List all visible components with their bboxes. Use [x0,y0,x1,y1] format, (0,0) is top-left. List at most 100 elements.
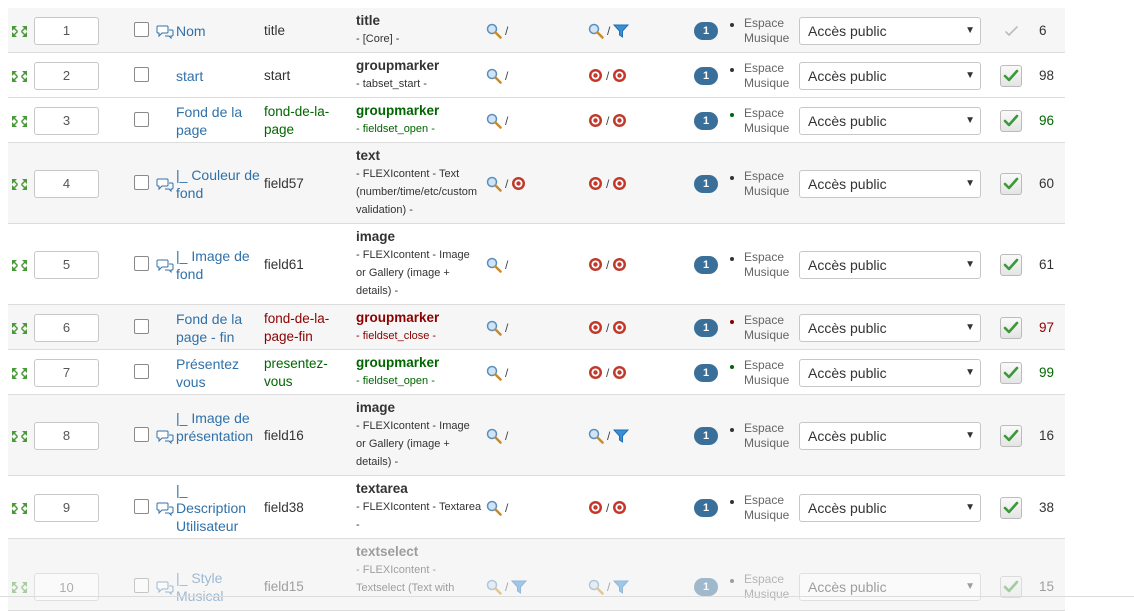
row-checkbox[interactable] [134,318,149,334]
filter-icon[interactable] [613,428,630,444]
search-icon[interactable] [486,365,502,381]
stop-icon[interactable] [588,68,603,83]
search-icon[interactable] [588,23,604,39]
published-toggle-icon[interactable] [1000,576,1022,598]
drag-handle-icon[interactable] [11,25,28,38]
field-label-link[interactable]: |_ Style Musical [176,569,260,605]
field-label-link[interactable]: |_ Couleur de fond [176,166,260,202]
stop-icon[interactable] [588,320,603,335]
field-label-link[interactable]: start [176,67,260,85]
ordering-input[interactable] [34,16,99,45]
row-checkbox[interactable] [134,21,149,37]
row-checkbox[interactable] [134,255,149,271]
row-checkbox[interactable] [134,174,149,190]
access-level-select[interactable]: Accès public ▼ [799,421,981,450]
row-checkbox[interactable] [134,578,149,593]
drag-handle-icon[interactable] [11,430,28,443]
row-checkbox[interactable] [134,363,149,379]
published-toggle-icon[interactable] [1000,316,1022,339]
stop-icon[interactable] [612,320,627,335]
row-checkbox[interactable] [134,66,149,82]
ordering-input[interactable] [34,493,99,522]
access-level-select[interactable]: Accès public ▼ [799,106,981,135]
field-label-link[interactable]: Nom [176,22,260,40]
published-toggle-icon[interactable] [1000,109,1022,132]
stop-icon[interactable] [612,68,627,83]
published-toggle-icon[interactable] [1000,424,1022,447]
access-level-select[interactable]: Accès public ▼ [799,358,981,387]
drag-handle-icon[interactable] [11,178,28,191]
field-label-link[interactable]: |_ Description Utilisateur [176,481,260,535]
row-checkbox[interactable] [134,426,149,442]
ordering-input[interactable] [34,61,99,90]
filter-icon[interactable] [613,579,630,595]
access-level-select[interactable]: Accès public ▼ [799,61,981,90]
drag-handle-icon[interactable] [11,115,28,128]
search-icon[interactable] [486,320,502,336]
stop-icon[interactable] [588,365,603,380]
published-toggle-icon[interactable] [1000,253,1022,276]
ordering-input[interactable] [34,106,99,135]
stop-icon[interactable] [612,113,627,128]
search-icon[interactable] [486,257,502,273]
slash-separator: / [505,428,509,443]
stop-icon[interactable] [612,500,627,515]
search-icon[interactable] [486,23,502,39]
published-toggle-icon[interactable] [1000,496,1022,519]
access-level-select[interactable]: Accès public ▼ [799,250,981,279]
stop-icon[interactable] [588,176,603,191]
slash-separator: / [505,176,509,191]
published-toggle-icon[interactable] [1000,361,1022,384]
search-icon[interactable] [486,68,502,84]
field-label-link[interactable]: Fond de la page - fin [176,310,260,346]
stop-icon[interactable] [588,257,603,272]
row-checkbox[interactable] [134,111,149,127]
drag-handle-icon[interactable] [11,502,28,515]
access-level-select[interactable]: Accès public ▼ [799,493,981,522]
ordering-input[interactable] [34,250,99,279]
published-toggle-icon[interactable] [1000,172,1022,195]
ordering-input[interactable] [34,169,99,198]
search-icon[interactable] [486,500,502,516]
ordering-input[interactable] [34,313,99,342]
search-icon[interactable] [588,579,604,595]
search-indicators: / [486,500,508,516]
search-icon[interactable] [486,579,502,595]
search-icon[interactable] [486,428,502,444]
access-level-select[interactable]: Accès public ▼ [799,169,981,198]
search-icon[interactable] [486,113,502,129]
drag-handle-icon[interactable] [11,322,28,335]
row-checkbox[interactable] [134,498,149,514]
field-label-link[interactable]: |_ Image de fond [176,247,260,283]
published-toggle-icon[interactable] [1000,20,1022,42]
field-label-link[interactable]: Fond de la page [176,103,260,139]
drag-handle-icon[interactable] [11,581,28,594]
search-icon[interactable] [588,428,604,444]
drag-handle-icon[interactable] [11,70,28,83]
access-level-select[interactable]: Accès public ▼ [799,313,981,342]
filter-icon[interactable] [511,579,528,595]
drag-handle-icon[interactable] [11,259,28,272]
table-row: Fond de la page - finfond-de-la-page-fin… [8,305,1065,350]
slash-separator: / [606,113,610,128]
access-label-line: Espace [744,105,785,120]
ordering-input[interactable] [34,358,99,387]
stop-icon[interactable] [612,257,627,272]
stop-icon[interactable] [511,176,526,191]
field-name: fond-de-la-page-fin [264,310,330,344]
field-type-name: groupmarker [356,103,440,118]
filter-icon[interactable] [613,23,630,39]
published-toggle-icon[interactable] [1000,64,1022,87]
field-id: 61 [1039,256,1055,272]
stop-icon[interactable] [588,113,603,128]
drag-handle-icon[interactable] [11,367,28,380]
stop-icon[interactable] [612,365,627,380]
search-icon[interactable] [486,176,502,192]
field-label-link[interactable]: Présentez vous [176,355,260,391]
field-label-link[interactable]: |_ Image de présentation [176,409,260,445]
ordering-input[interactable] [34,421,99,450]
stop-icon[interactable] [588,500,603,515]
slash-separator: / [606,176,610,191]
access-level-select[interactable]: Accès public ▼ [799,16,981,45]
stop-icon[interactable] [612,176,627,191]
